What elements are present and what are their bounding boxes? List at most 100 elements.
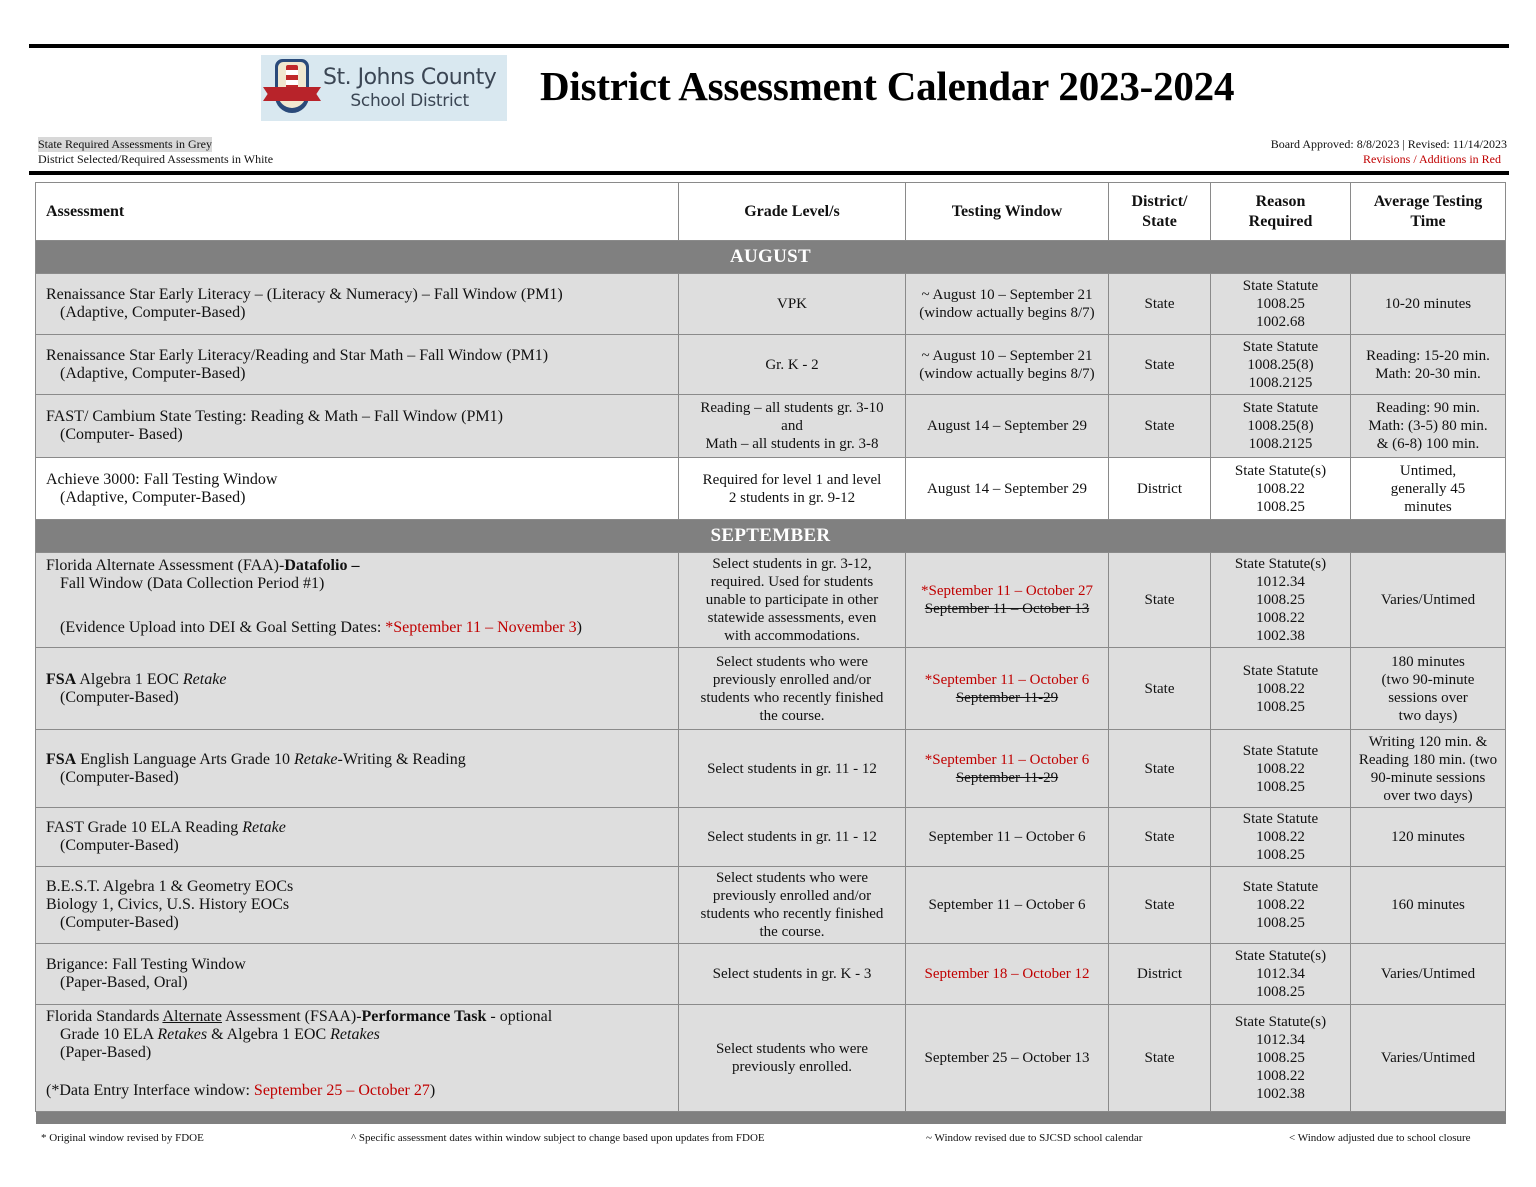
time-cell: Reading: 15-20 min. Math: 20-30 min. xyxy=(1350,334,1506,395)
cell-line: statewide assessments, even xyxy=(707,610,877,626)
type-cell: State xyxy=(1108,647,1211,730)
grade-cell: Select students who were previously enrol… xyxy=(678,866,906,944)
assessment-name-bold: Performance Task xyxy=(361,1008,487,1025)
note-close: ) xyxy=(429,1082,436,1099)
assessment-name-underlined: Alternate xyxy=(162,1008,222,1025)
cell-line: 1008.25 xyxy=(1256,498,1305,515)
table-row: FSA English Language Arts Grade 10 Retak… xyxy=(35,729,1506,808)
time-cell: 180 minutes (two 90-minute sessions over tw… xyxy=(1350,647,1506,730)
color-legend: State Required Assessments in Grey Distr… xyxy=(38,137,273,167)
col-window: Testing Window xyxy=(905,182,1109,241)
assessment-cell: Achieve 3000: Fall Testing Window (Adapt… xyxy=(35,457,679,520)
reason-cell: State Statute(s) 1012.34 1008.25 1008.22 100… xyxy=(1210,1004,1351,1112)
reason-cell: State Statute(s) 1012.34 1008.25 xyxy=(1210,943,1351,1005)
assessment-name-bold: Datafolio – xyxy=(284,557,360,574)
cell-line: 1008.2125 xyxy=(1248,374,1313,391)
window-revised: *September 11 – October 27 xyxy=(921,583,1093,599)
reason-cell: State Statute 1008.25 1002.68 xyxy=(1210,273,1351,335)
cell-line: generally 45 xyxy=(1390,480,1466,497)
table-row: Renaissance Star Early Literacy/Reading … xyxy=(35,334,1506,395)
assessment-format: (Computer-Based) xyxy=(60,914,179,931)
district-logo: St. Johns County School District xyxy=(261,55,507,121)
footnote-school-closure: < Window adjusted due to school closure xyxy=(1289,1132,1471,1144)
col-time: Average Testing Time xyxy=(1350,182,1506,241)
type-cell: State xyxy=(1108,1004,1211,1112)
cell-line: 1008.25 xyxy=(1256,296,1305,312)
assessment-name-italic: Retake xyxy=(242,819,286,836)
assessment-format: (Adaptive, Computer-Based) xyxy=(60,304,246,321)
cell-line: 1008.22 xyxy=(1256,829,1305,845)
table-row: Brigance: Fall Testing Window (Paper-Bas… xyxy=(35,943,1506,1005)
subtitle-mid: & Algebra 1 EOC xyxy=(207,1026,331,1043)
cell-line: State Statute xyxy=(1242,278,1319,294)
header-rule xyxy=(29,171,1509,175)
cell-line: 1008.25 xyxy=(1256,915,1305,931)
type-cell: State xyxy=(1108,273,1211,335)
cell-line: 1008.2125 xyxy=(1248,436,1313,452)
assessment-cell: FAST/ Cambium State Testing: Reading & M… xyxy=(35,394,679,458)
col-district-state-label: District/ State xyxy=(1131,192,1188,230)
cell-line: 10-20 minutes xyxy=(1384,296,1472,312)
cell-line: two days) xyxy=(1398,707,1458,724)
cell-line: previously enrolled and/or xyxy=(712,671,872,688)
cell-line: Reading 180 min. (two xyxy=(1358,751,1498,768)
end-bar xyxy=(35,1111,1506,1124)
cell-line: State Statute xyxy=(1242,662,1319,679)
subtitle-italic-2: Retakes xyxy=(330,1026,380,1043)
time-cell: Reading: 90 min. Math: (3-5) 80 min. & (6-… xyxy=(1350,394,1506,458)
assessment-cell: FSA Algebra 1 EOC Retake (Computer-Based… xyxy=(35,647,679,730)
cell-line: with accommodations. xyxy=(724,628,860,644)
time-cell: 120 minutes xyxy=(1350,807,1506,867)
legend-white: District Selected/Required Assessments i… xyxy=(38,152,274,166)
cell-line: previously enrolled. xyxy=(732,1059,852,1075)
cell-line: 160 minutes xyxy=(1391,897,1465,913)
assessment-format: (Computer-Based) xyxy=(60,768,179,786)
window-text: ~ August 10 – September 21 xyxy=(921,347,1093,364)
reason-cell: State Statute 1008.25(8) 1008.2125 xyxy=(1210,334,1351,395)
assessment-name: Brigance: Fall Testing Window xyxy=(46,956,246,973)
window-cell: September 11 – October 6 xyxy=(905,866,1109,944)
cell-line: Math – all students in gr. 3-8 xyxy=(705,436,879,452)
window-note: (window actually begins 8/7) xyxy=(919,365,1095,382)
assessment-name-suffix: -Writing & Reading xyxy=(337,750,466,768)
reason-cell: State Statute 1008.22 1008.25 xyxy=(1210,647,1351,730)
evidence-upload-note: (Evidence Upload into DEI & Goal Setting… xyxy=(46,619,668,637)
cell-line: 1008.25(8) xyxy=(1247,356,1314,373)
table-row: Florida Alternate Assessment (FAA)-Dataf… xyxy=(35,552,1506,648)
cell-line: 1008.25 xyxy=(1256,984,1305,1000)
assessment-name: Algebra 1 EOC xyxy=(76,670,183,688)
assessment-format: (Adaptive, Computer-Based) xyxy=(60,488,246,506)
window-original: September 11-29 xyxy=(955,769,1059,786)
cell-line: State Statute xyxy=(1242,742,1319,759)
cell-line: required. Used for students xyxy=(710,574,874,590)
time-cell: 10-20 minutes xyxy=(1350,273,1506,335)
revisions-note: Revisions / Additions in Red xyxy=(1362,152,1501,166)
grade-cell: Select students in gr. 3-12, required. Us… xyxy=(678,552,906,648)
window-revised: *September 11 – October 6 xyxy=(924,671,1090,688)
month-label: SEPTEMBER xyxy=(35,519,1506,553)
cell-line: Select students who were xyxy=(715,1041,869,1057)
assessment-subtitle: Fall Window (Data Collection Period #1) xyxy=(60,575,325,592)
cell-line: 90-minute sessions xyxy=(1370,769,1486,786)
reason-cell: State Statute(s) 1012.34 1008.25 1008.22 100… xyxy=(1210,552,1351,648)
cell-line: 1002.68 xyxy=(1256,314,1305,330)
table-row: FAST/ Cambium State Testing: Reading & M… xyxy=(35,394,1506,458)
logo-line-2: School District xyxy=(350,91,469,111)
cell-line: Varies/Untimed xyxy=(1380,966,1476,982)
board-approved: Board Approved: 8/8/2023 | Revised: 11/1… xyxy=(1270,137,1507,151)
cell-line: 1008.25 xyxy=(1256,592,1305,608)
grade-cell: VPK xyxy=(678,273,906,335)
table-row: FAST Grade 10 ELA Reading Retake (Comput… xyxy=(35,807,1506,867)
cell-line: 1008.25(8) xyxy=(1247,418,1314,434)
assessment-cell: Renaissance Star Early Literacy – (Liter… xyxy=(35,273,679,335)
cell-line: Select students who were xyxy=(715,870,869,886)
table-end-bar xyxy=(35,1111,1506,1124)
cell-line: Varies/Untimed xyxy=(1380,1050,1476,1066)
cell-line: the course. xyxy=(759,924,825,940)
cell-line: 1008.22 xyxy=(1256,897,1305,913)
window-original: September 11-29 xyxy=(955,689,1059,706)
table-row: B.E.S.T. Algebra 1 & Geometry EOCs Biolo… xyxy=(35,866,1506,944)
assessment-name-mid: Assessment (FSAA)- xyxy=(221,1008,362,1025)
window-note: (window actually begins 8/7) xyxy=(919,305,1095,321)
time-cell: Varies/Untimed xyxy=(1350,552,1506,648)
